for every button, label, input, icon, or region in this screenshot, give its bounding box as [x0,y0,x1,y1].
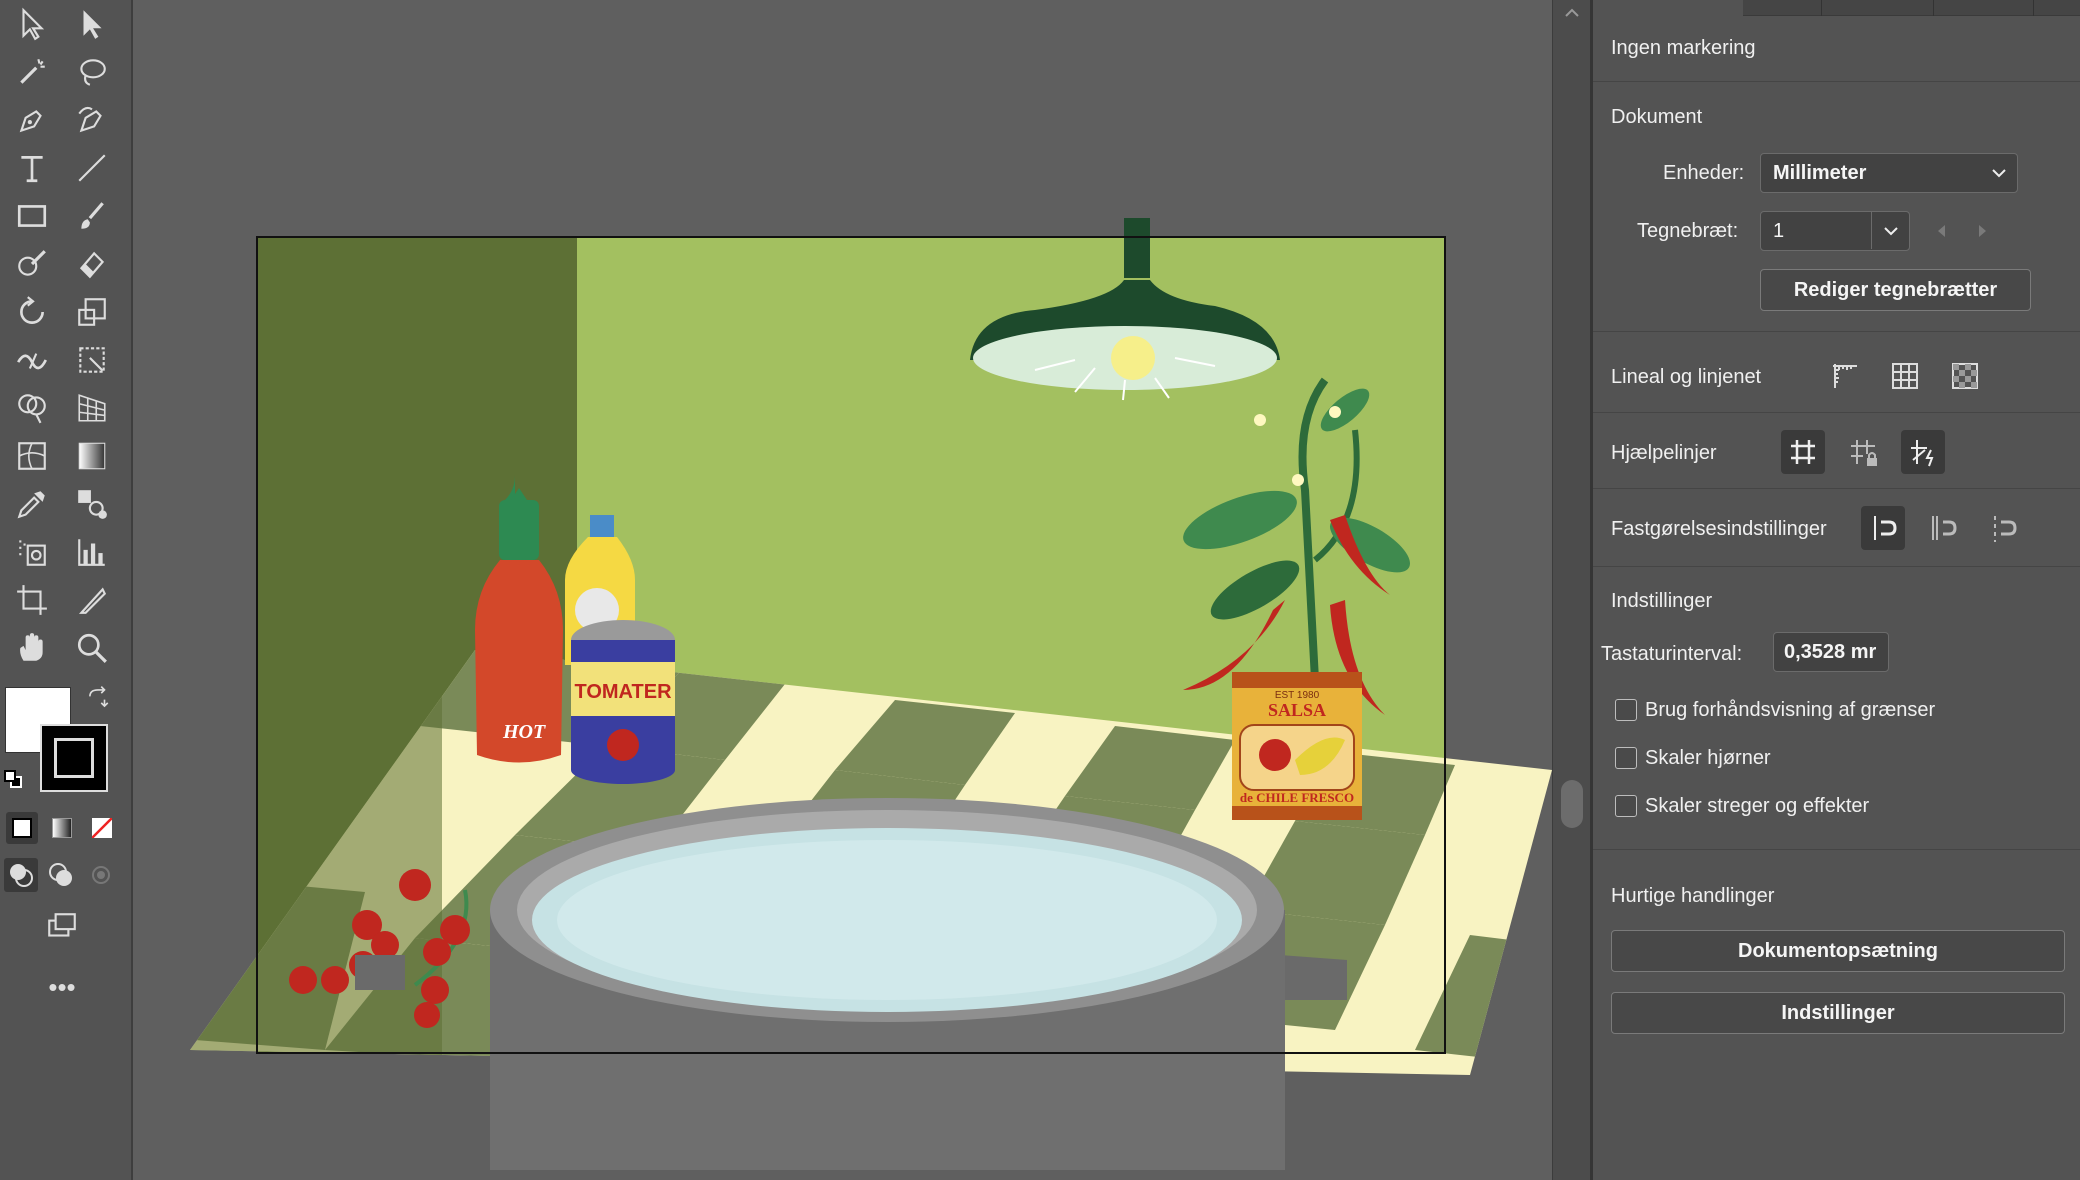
artboard-value: 1 [1773,219,1785,242]
change-screen-mode-icon[interactable] [40,905,84,949]
free-transform-tool-icon[interactable] [70,338,114,382]
guides-label: Hjælpelinjer [1611,442,1717,464]
gradient-mode-button[interactable] [46,812,78,844]
stroke-swatch[interactable] [40,724,108,792]
scale-corners-label: Skaler hjørner [1645,747,1771,769]
paintbrush-tool-icon[interactable] [70,194,114,238]
none-mode-button[interactable] [86,812,118,844]
document-setup-button[interactable]: Dokumentopsætning [1611,930,2065,972]
scale-strokes-effects-checkbox[interactable] [1615,795,1637,817]
mesh-tool-icon[interactable] [10,434,54,478]
divider [1593,81,2080,82]
eraser-tool-icon[interactable] [70,242,114,286]
type-tool-icon[interactable] [10,146,54,190]
pen-tool-icon[interactable] [10,98,54,142]
previous-artboard-icon[interactable] [1933,222,1951,240]
divider [1593,412,2080,413]
width-tool-icon[interactable] [10,338,54,382]
panel-tab-strip [1743,0,2080,16]
selection-tool-icon[interactable] [10,2,54,46]
smart-guides-icon[interactable] [1901,430,1945,474]
scale-corners-checkbox[interactable] [1615,747,1637,769]
divider [1593,849,2080,850]
units-value: Millimeter [1773,161,1867,184]
snap-to-glyph-icon[interactable] [1921,506,1965,550]
document-section-title: Dokument [1611,106,1703,128]
hand-tool-icon[interactable] [10,626,54,670]
illustrator-window: ••• EST 1980 SALSA de CHILE FRESCO HOT T… [0,0,2080,1180]
lasso-tool-icon[interactable] [70,50,114,94]
zoom-tool-icon[interactable] [70,626,114,670]
snap-to-point-icon[interactable] [1981,506,2025,550]
divider [1593,488,2080,489]
scroll-thumb[interactable] [1561,780,1583,828]
lock-guides-icon[interactable] [1841,430,1885,474]
chevron-down-icon [1992,169,2006,178]
chevron-down-icon [1884,227,1898,236]
artboard-label: Tegnebræt: [1637,220,1739,242]
draw-inside-icon[interactable] [84,858,118,892]
perspective-grid-tool-icon[interactable] [70,386,114,430]
tools-panel: ••• [0,0,133,1180]
draw-behind-icon[interactable] [44,858,78,892]
shape-builder-tool-icon[interactable] [10,386,54,430]
keyboard-increment-input[interactable]: 0,3528 mr [1773,632,1889,672]
grid-icon[interactable] [1883,354,1927,398]
salsa-label-text: SALSA [1268,700,1326,720]
use-preview-bounds-checkbox[interactable] [1615,699,1637,721]
slice-tool-icon[interactable] [70,578,114,622]
selection-title: Ingen markering [1611,37,1756,59]
symbol-sprayer-tool-icon[interactable] [10,530,54,574]
draw-normal-icon[interactable] [4,858,38,892]
preferences-section-title: Indstillinger [1611,590,1713,612]
keyboard-increment-label: Tastaturinterval: [1601,643,1743,665]
scale-strokes-effects-label: Skaler streger og effekter [1645,795,1870,817]
quick-actions-title: Hurtige handlinger [1611,885,1775,907]
edit-artboards-button[interactable]: Rediger tegnebrætter [1760,269,2031,311]
divider [1593,566,2080,567]
show-guides-icon[interactable] [1781,430,1825,474]
snap-options-label: Fastgørelsesindstillinger [1611,518,1827,540]
scale-tool-icon[interactable] [70,290,114,334]
magic-wand-tool-icon[interactable] [10,50,54,94]
units-label: Enheder: [1663,162,1745,184]
artboard-illustration[interactable]: EST 1980 SALSA de CHILE FRESCO HOT TOMAT… [135,0,1552,1180]
edit-toolbar-icon[interactable]: ••• [45,974,79,1000]
rulers-grids-label: Lineal og linjenet [1611,366,1762,388]
line-tool-icon[interactable] [70,146,114,190]
rectangle-tool-icon[interactable] [10,194,54,238]
transparency-grid-icon[interactable] [1943,354,1987,398]
salsa-bottom-text: de CHILE FRESCO [1240,790,1354,805]
artboard-tool-icon[interactable] [10,578,54,622]
preferences-button[interactable]: Indstillinger [1611,992,2065,1034]
rotate-tool-icon[interactable] [10,290,54,334]
tin-label-text: TOMATER [574,681,672,703]
swap-fill-stroke-icon[interactable] [80,680,116,716]
column-graph-tool-icon[interactable] [70,530,114,574]
hot-label-text: HOT [502,721,546,743]
artboard-select[interactable]: 1 [1760,211,1910,251]
keyboard-increment-value: 0,3528 mr [1784,640,1877,663]
units-dropdown[interactable]: Millimeter [1760,153,2018,193]
direct-selection-tool-icon[interactable] [70,2,114,46]
tomato-tin: TOMATER [571,620,675,784]
next-artboard-icon[interactable] [1973,222,1991,240]
properties-panel: Ingen markering Dokument Enheder: Millim… [1593,0,2080,1180]
shaper-tool-icon[interactable] [10,242,54,286]
salsa-can: EST 1980 SALSA de CHILE FRESCO [1232,672,1362,820]
curvature-tool-icon[interactable] [70,98,114,142]
default-fill-stroke-icon[interactable] [4,770,22,788]
canvas-vertical-scrollbar[interactable] [1552,0,1590,1180]
rulers-icon[interactable] [1823,354,1867,398]
use-preview-bounds-label: Brug forhåndsvisning af grænser [1645,699,1936,721]
canvas-area[interactable]: EST 1980 SALSA de CHILE FRESCO HOT TOMAT… [135,0,1552,1180]
eyedropper-tool-icon[interactable] [10,482,54,526]
gradient-tool-icon[interactable] [70,434,114,478]
snap-to-pixel-icon[interactable] [1861,506,1905,550]
color-mode-button[interactable] [6,812,38,844]
scroll-up-icon[interactable] [1563,4,1581,22]
blend-tool-icon[interactable] [70,482,114,526]
divider [1593,331,2080,332]
